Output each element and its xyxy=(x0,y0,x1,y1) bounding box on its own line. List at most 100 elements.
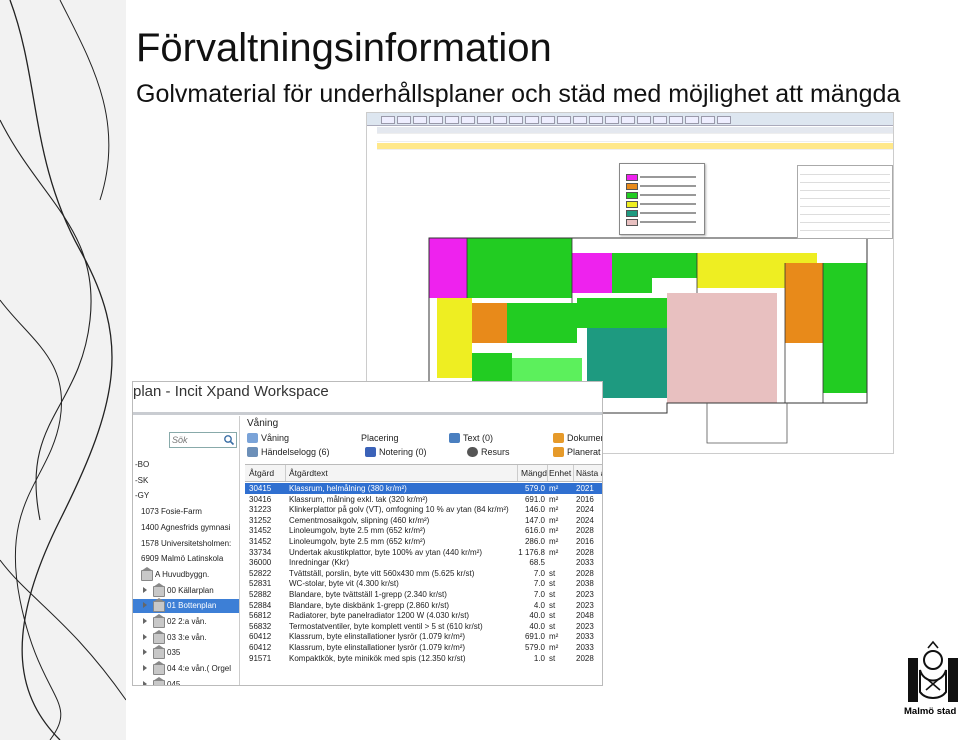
building-icon xyxy=(141,566,153,581)
legend-swatch xyxy=(626,183,638,190)
legend-line xyxy=(640,221,696,223)
cell-text: Kompaktkök, byte minikök med spis (12.35… xyxy=(289,653,466,663)
tree-item-label: -GY xyxy=(135,491,150,501)
chevron-right-icon[interactable] xyxy=(143,633,147,640)
floor-icon xyxy=(153,676,165,685)
table-row[interactable]: 31452 Linoleumgolv, byte 2.5 mm (652 kr/m… xyxy=(245,525,602,536)
cell-unit: m² xyxy=(549,547,559,557)
table-row-selected[interactable]: 30415 Klassrum, helmålning (380 kr/m²) 579… xyxy=(245,483,602,494)
table-row[interactable]: 31452 Linoleumgolv, byte 2.5 mm (652 kr/m… xyxy=(245,536,602,547)
cell-text: Tvättställ, porslin, byte vitt 560x430 m… xyxy=(289,568,475,578)
cell-text: Radiatorer, byte panelradiator 1200 W (4… xyxy=(289,611,470,621)
chevron-right-icon[interactable] xyxy=(143,618,147,624)
table-row[interactable]: 30416 Klassrum, målning exkl. tak (320 kr… xyxy=(245,494,602,505)
chevron-right-icon[interactable] xyxy=(143,665,147,672)
tree-item[interactable]: 035 xyxy=(133,645,239,660)
table-row[interactable]: 31223 Klinkerplattor på golv (VT), omfogn… xyxy=(245,504,602,515)
cell-qty: 691.0 xyxy=(524,494,545,504)
floor-icon xyxy=(153,629,165,644)
cell-year: 2028 xyxy=(576,547,594,557)
property-row xyxy=(800,214,890,215)
cell-qty: 7.0 xyxy=(533,579,545,589)
column-header-atgard[interactable]: Åtgärd xyxy=(249,468,274,478)
tree-item[interactable]: A Huvudbyggn. xyxy=(133,566,239,582)
chevron-right-icon[interactable] xyxy=(143,602,147,609)
cell-code: 52882 xyxy=(249,590,272,599)
cell-unit: st xyxy=(549,590,556,599)
cell-year: 2033 xyxy=(576,558,594,568)
cell-text: Inredningar (Kkr) xyxy=(289,558,350,568)
tree-item[interactable]: 02 2:a vån. xyxy=(133,614,239,629)
property-row xyxy=(800,198,890,199)
tree-item-selected[interactable]: 01 Bottenplan xyxy=(133,598,239,614)
legend-swatch xyxy=(626,219,638,226)
tree-item[interactable]: -GY xyxy=(133,489,239,503)
cell-unit: st xyxy=(549,611,556,621)
cell-text: Linoleumgolv, byte 2.5 mm (652 kr/m²) xyxy=(289,526,426,536)
property-row xyxy=(800,230,890,231)
cell-year: 2016 xyxy=(576,537,594,546)
cell-unit: st xyxy=(549,621,556,631)
cell-text: Blandare, byte tvättställ 1-grepp (2.340… xyxy=(289,590,447,599)
legend-popup xyxy=(619,163,705,235)
property-row xyxy=(800,222,890,223)
cell-year: 2024 xyxy=(576,515,594,525)
properties-panel xyxy=(797,165,893,239)
table-row[interactable]: 31252 Cementmosaikgolv, slipning (460 kr/… xyxy=(245,515,602,526)
tree-item[interactable]: 6909 Malmö Latinskola xyxy=(133,552,239,566)
cell-qty: 616.0 xyxy=(524,526,545,536)
table-row[interactable]: 60412 Klassrum, byte elinstallationer lys… xyxy=(245,642,602,653)
table-row[interactable]: 91571 Kompaktkök, byte minikök med spis (… xyxy=(245,653,602,664)
column-header-mangd[interactable]: Mängd xyxy=(521,468,547,478)
cell-qty: 7.0 xyxy=(533,568,545,578)
cell-text: Undertak akustikplattor, byte 100% av yt… xyxy=(289,547,482,557)
table-row[interactable]: 52831 WC-stolar, byte vit (4.300 kr/st) 7.… xyxy=(245,578,602,589)
cell-code: 33734 xyxy=(249,547,272,557)
table-row[interactable]: 52822 Tvättställ, porslin, byte vitt 560x… xyxy=(245,568,602,579)
cell-code: 52822 xyxy=(249,568,272,578)
tree-item[interactable]: 00 Källarplan xyxy=(133,582,239,598)
cell-qty: 68.5 xyxy=(529,558,545,568)
table-row[interactable]: 33734 Undertak akustikplattor, byte 100% … xyxy=(245,547,602,558)
table-row[interactable]: 52882 Blandare, byte tvättställ 1-grepp (… xyxy=(245,589,602,600)
legend-swatch xyxy=(626,201,638,208)
table-row[interactable]: 52884 Blandare, byte diskbänk 1-grepp (2.… xyxy=(245,600,602,611)
search-input[interactable] xyxy=(172,433,222,447)
tree-item[interactable]: -BO xyxy=(133,458,239,472)
table-row[interactable]: 56812 Radiatorer, byte panelradiator 1200… xyxy=(245,610,602,621)
cell-text: Termostatventiler, byte komplett ventil … xyxy=(289,621,483,631)
tree-item-label: -SK xyxy=(135,475,149,485)
column-header-enhet[interactable]: Enhet xyxy=(549,468,571,478)
note-icon xyxy=(365,447,376,457)
tree-item[interactable]: 1073 Fosie-Farm xyxy=(133,505,239,519)
chevron-right-icon[interactable] xyxy=(143,649,147,656)
legend-line xyxy=(640,185,696,187)
cell-year: 2028 xyxy=(576,653,594,663)
tree-item[interactable]: 1578 Universitetsholmen: xyxy=(133,537,239,551)
cell-qty: 40.0 xyxy=(529,611,545,621)
column-header-atgardtext[interactable]: Åtgärdtext xyxy=(289,468,328,478)
cell-code: 56832 xyxy=(249,621,272,631)
search-icon[interactable] xyxy=(223,434,235,446)
window-title: plan - Incit Xpand Workspace xyxy=(133,383,329,400)
chevron-right-icon[interactable] xyxy=(143,586,147,593)
table-row[interactable]: 60412 Klassrum, byte elinstallationer lys… xyxy=(245,631,602,642)
chevron-right-icon[interactable] xyxy=(143,680,147,685)
table-row[interactable]: 56832 Termostatventiler, byte komplett ve… xyxy=(245,621,602,632)
column-header-nasta[interactable]: Nästa å xyxy=(576,468,602,478)
tree-item[interactable]: 1400 Agnesfrids gymnasi xyxy=(133,521,239,535)
table-row[interactable]: 36000 Inredningar (Kkr) 68.5 2033 xyxy=(245,557,602,568)
tab-label: Våning xyxy=(261,433,290,443)
tree-item[interactable]: 03 3:e vån. xyxy=(133,629,239,645)
tree-item[interactable]: 045 xyxy=(133,676,239,686)
document-icon xyxy=(553,433,564,443)
property-row xyxy=(800,174,890,175)
tree-item[interactable]: 04 4:e vån.( Orgel xyxy=(133,661,239,676)
tree-item-label: A Huvudbyggn. xyxy=(155,569,210,579)
tree-item[interactable]: -SK xyxy=(133,474,239,488)
cell-year: 2024 xyxy=(576,505,594,515)
cell-year: 2028 xyxy=(576,568,594,578)
property-row xyxy=(800,182,890,183)
tree-item-label: 045 xyxy=(167,679,181,686)
cell-unit: st xyxy=(549,600,556,610)
